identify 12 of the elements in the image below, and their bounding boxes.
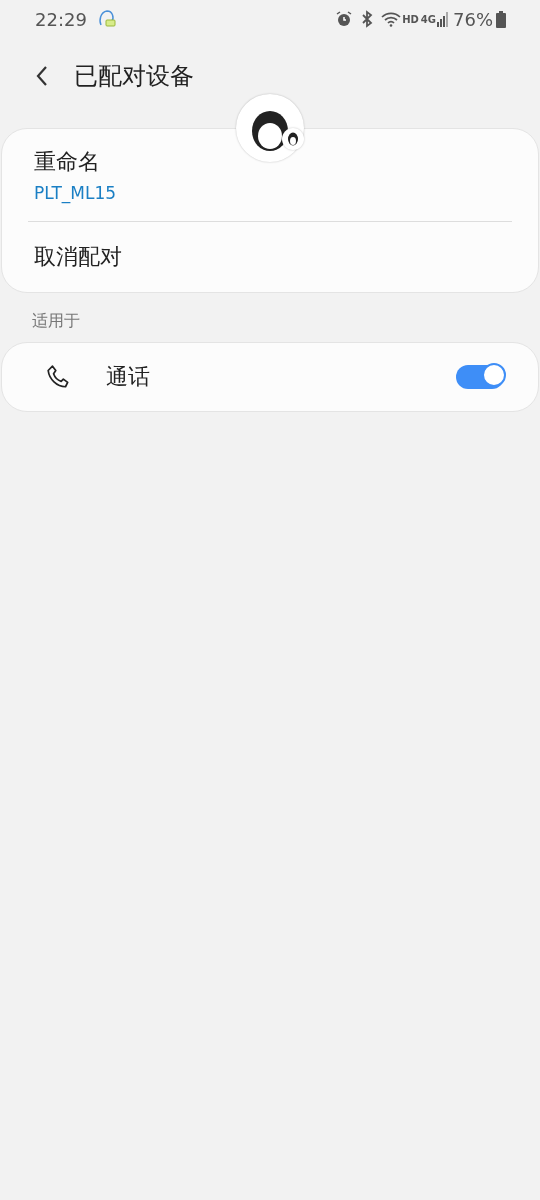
network-type-label: 4G xyxy=(420,13,436,25)
status-time: 22:29 xyxy=(35,8,87,30)
section-title: 适用于 xyxy=(31,310,81,332)
rename-item[interactable]: 重命名 PLT_ML15 xyxy=(2,129,538,221)
hd-label: HD xyxy=(402,13,419,25)
unpair-label: 取消配对 xyxy=(34,243,123,271)
profile-label: 通话 xyxy=(106,363,151,391)
battery-percent: 76% xyxy=(453,8,493,30)
unpair-item[interactable]: 取消配对 xyxy=(2,222,538,292)
device-name: PLT_ML15 xyxy=(34,183,118,203)
rename-label: 重命名 xyxy=(34,148,101,176)
page-title: 已配对设备 xyxy=(74,61,194,92)
